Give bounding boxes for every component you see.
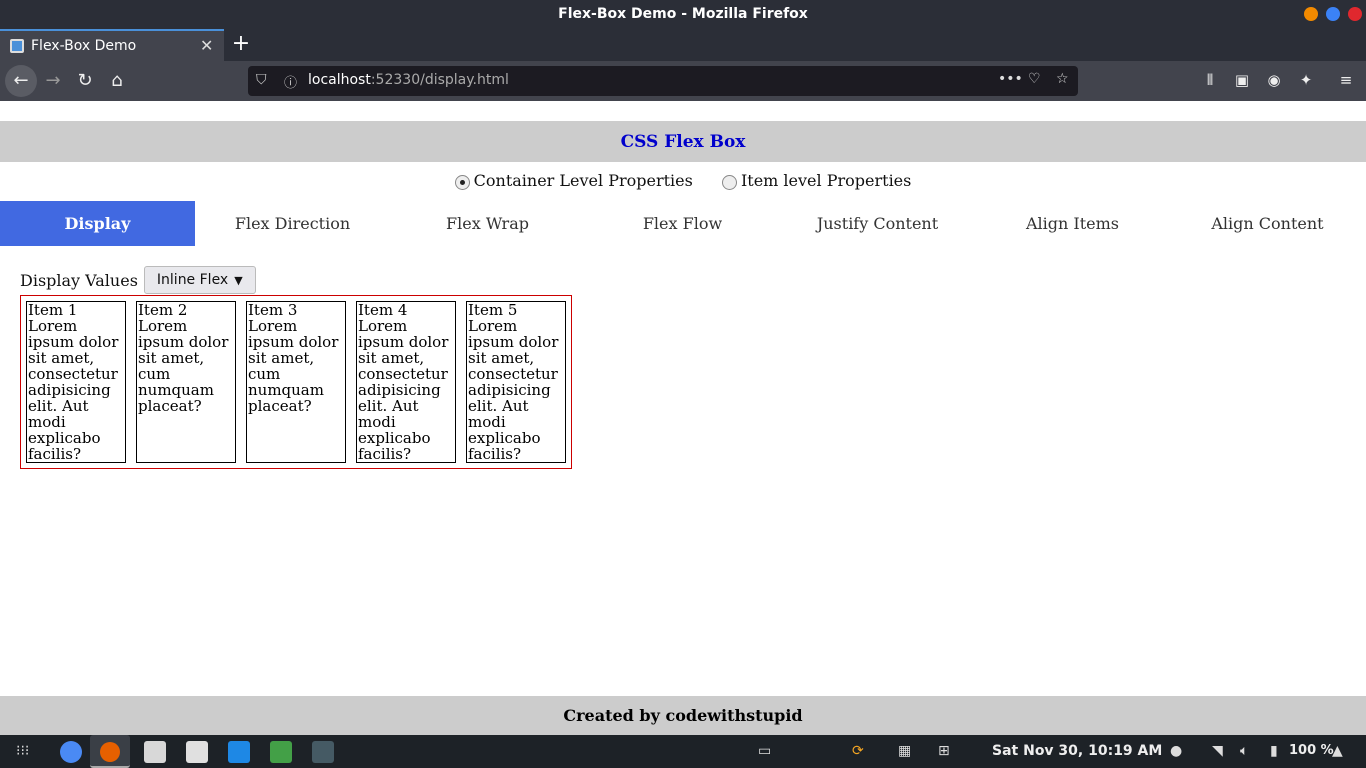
display-controls: Display Values Inline Flex ▼ [20,266,256,294]
spreadsheet-icon[interactable] [270,741,292,763]
display-values-label: Display Values [20,270,138,290]
pocket-icon[interactable]: ♡ [1028,71,1041,87]
update-icon[interactable]: ⟳ [852,743,864,759]
radio-container-level[interactable]: Container Level Properties [454,171,693,190]
url-bar[interactable]: ⛉ ⓘ localhost:52330/display.html ••• ♡ ☆ [248,66,1078,96]
window-titlebar: Flex-Box Demo - Mozilla Firefox [0,0,1366,29]
chrome-icon[interactable] [60,741,82,763]
home-icon[interactable]: ⌂ [102,66,132,96]
window-title: Flex-Box Demo - Mozilla Firefox [558,6,808,22]
tab-strip: Flex-Box Demo ✕ + [0,29,1366,61]
terminal-icon[interactable] [312,741,334,763]
display-values-selected: Inline Flex [156,272,229,288]
battery-icon[interactable]: ▮ [1270,743,1278,759]
radio-item-level-label: Item level Properties [740,171,912,190]
nav-flex-direction[interactable]: Flex Direction [195,201,390,246]
extension-icon[interactable]: ✦ [1296,71,1316,91]
nav-justify-content[interactable]: Justify Content [780,201,975,246]
maximize-button[interactable] [1326,7,1340,21]
nav-display[interactable]: Display [0,201,195,246]
vscode-icon[interactable] [228,741,250,763]
page-header: CSS Flex Box [0,121,1366,162]
page-title: CSS Flex Box [620,132,746,152]
nav-flex-flow[interactable]: Flex Flow [585,201,780,246]
reload-icon[interactable]: ↻ [70,66,100,96]
tab-label: Flex-Box Demo [31,38,137,54]
flex-item-1: Item 1 Lorem ipsum dolor sit amet, conse… [26,301,126,463]
navigation-toolbar: ← → ↻ ⌂ ⛉ ⓘ localhost:52330/display.html… [0,61,1366,101]
page-footer: Created by codewithstupid [0,696,1366,735]
browser-tab[interactable]: Flex-Box Demo ✕ [0,29,224,61]
notification-dot-icon: ● [1170,743,1183,759]
url-path: :52330/display.html [370,72,509,88]
clock[interactable]: Sat Nov 30, 10:19 AM [992,743,1162,759]
back-arrow-icon[interactable]: ← [5,65,37,97]
taskbar: ⁝⁝⁝ ▭ ⟳ ▦ ⊞ Sat Nov 30, 10:19 AM ● ◥ 🔈︎ … [0,735,1366,768]
url-host: localhost [308,72,371,88]
battery-percent[interactable]: 100 % [1289,743,1334,758]
chevron-up-icon[interactable]: ▲ [1332,743,1343,759]
favicon-icon [10,39,24,53]
flex-item-5: Item 5 Lorem ipsum dolor sit amet, conse… [466,301,566,463]
account-icon[interactable]: ◉ [1264,71,1284,91]
shield-icon[interactable]: ⛉ [256,72,267,88]
property-level-radios: Container Level Properties Item level Pr… [0,171,1366,194]
display-values-select[interactable]: Inline Flex ▼ [143,266,256,294]
radio-item-level[interactable]: Item level Properties [721,171,912,190]
info-icon[interactable]: ⓘ [284,72,297,91]
close-tab-icon[interactable]: ✕ [200,36,213,55]
page-content: CSS Flex Box Container Level Properties … [0,121,1366,735]
flex-item-3: Item 3 Lorem ipsum dolor sit amet, cum n… [246,301,346,463]
url-text[interactable]: localhost:52330/display.html [308,72,509,88]
flex-item-2: Item 2 Lorem ipsum dolor sit amet, cum n… [136,301,236,463]
sidebar-icon[interactable]: ▣ [1232,71,1252,91]
minimize-button[interactable] [1304,7,1318,21]
nav-align-content[interactable]: Align Content [1170,201,1365,246]
files-icon[interactable] [144,741,166,763]
hamburger-menu-icon[interactable]: ≡ [1336,71,1356,91]
library-icon[interactable]: ⫴ [1200,71,1220,91]
software-center-icon[interactable] [186,741,208,763]
radio-item-level-button[interactable] [721,174,737,190]
wifi-icon[interactable]: ◥ [1212,743,1223,759]
screen-icon[interactable]: ▭ [758,743,771,759]
nav-flex-wrap[interactable]: Flex Wrap [390,201,585,246]
app-grid-icon[interactable]: ⁝⁝⁝ [16,743,29,759]
new-tab-icon[interactable]: + [230,31,252,56]
cpu-icon[interactable]: ▦ [898,743,911,759]
forward-arrow-icon[interactable]: → [38,66,68,96]
flex-container: Item 1 Lorem ipsum dolor sit amet, conse… [20,295,572,469]
nav-align-items[interactable]: Align Items [975,201,1170,246]
bookmark-star-icon[interactable]: ☆ [1056,71,1069,87]
radio-container-level-label: Container Level Properties [473,171,693,190]
flex-item-4: Item 4 Lorem ipsum dolor sit amet, conse… [356,301,456,463]
property-nav: Display Flex Direction Flex Wrap Flex Fl… [0,201,1366,246]
workspaces-icon[interactable]: ⊞ [938,743,950,759]
more-actions-icon[interactable]: ••• [998,71,1023,87]
radio-container-level-button[interactable] [454,174,470,190]
chevron-down-icon: ▼ [234,273,243,287]
volume-icon[interactable]: 🔈︎ [1240,743,1248,759]
firefox-icon[interactable] [100,742,120,762]
close-window-button[interactable] [1348,7,1362,21]
